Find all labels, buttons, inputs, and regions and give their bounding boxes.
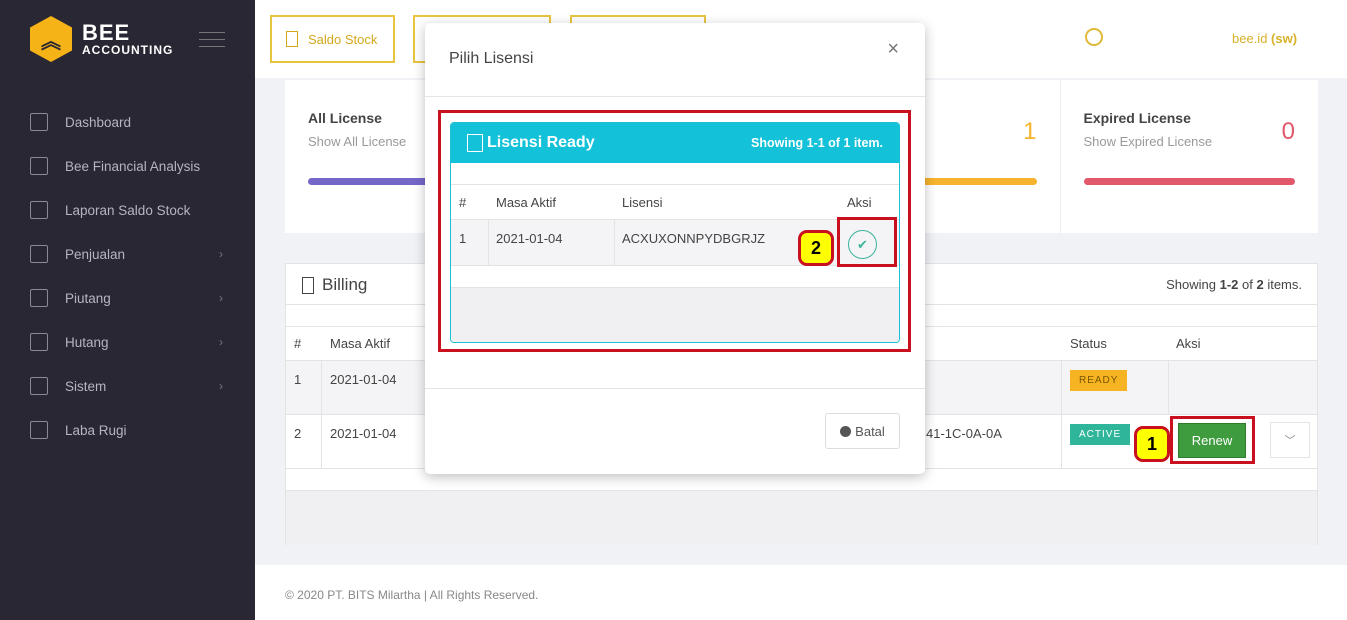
billing-footer — [286, 490, 1317, 545]
document-chart-icon — [30, 157, 48, 175]
sidebar-item-hutang[interactable]: Hutang › — [0, 320, 255, 364]
chevron-right-icon: › — [219, 247, 223, 261]
showing-range: 1-2 — [1219, 277, 1239, 292]
showing-text: of — [1238, 277, 1257, 292]
modal-title: Pilih Lisensi — [449, 50, 534, 67]
row-masa-aktif: 2021-01-04 — [330, 372, 397, 387]
gear-icon — [30, 377, 48, 395]
saldo-stock-button[interactable]: Saldo Stock — [270, 15, 395, 63]
chevron-right-icon: › — [219, 291, 223, 305]
showing-text: items. — [1263, 277, 1302, 292]
progress-bar — [1083, 178, 1295, 185]
row-lisensi: 41-1C-0A-0A — [926, 426, 1002, 441]
row-number: 1 — [294, 372, 302, 387]
column-header[interactable]: Lisensi — [622, 195, 662, 210]
bee-logo-icon: ︽ — [30, 16, 72, 62]
column-header: # — [459, 195, 467, 210]
sidebar-item-laba-rugi[interactable]: Laba Rugi — [0, 408, 255, 452]
row-masa-aktif: 2021-01-04 — [330, 426, 397, 441]
brand-name: BEE — [82, 20, 131, 45]
user-menu[interactable]: bee.id (sw) — [1232, 31, 1297, 46]
column-header: Aksi — [1176, 336, 1201, 351]
card-subtitle: Show Expired License — [1083, 134, 1213, 149]
panel-title: Lisensi Ready — [487, 134, 595, 151]
sidebar-item-penjualan[interactable]: Penjualan › — [0, 232, 255, 276]
sidebar-item-laporan-saldo-stock[interactable]: Laporan Saldo Stock — [0, 188, 255, 232]
payable-icon — [30, 333, 48, 351]
step-marker: 2 — [798, 230, 834, 266]
status-badge: READY — [1070, 370, 1128, 391]
stock-icon — [30, 201, 48, 219]
sidebar-item-sistem[interactable]: Sistem › — [0, 364, 255, 408]
status-badge: ACTIVE — [1070, 424, 1131, 445]
sidebar-item-label: Dashboard — [65, 114, 132, 130]
back-arrow-icon — [840, 425, 852, 437]
lisensi-ready-panel: Lisensi Ready Showing 1-1 of 1 item. # Ma… — [450, 122, 900, 343]
receivable-icon — [30, 289, 48, 307]
sidebar-item-label: Piutang — [65, 290, 111, 306]
billing-showing: Showing 1-2 of 2 items. — [1166, 277, 1302, 292]
close-icon[interactable]: × — [887, 38, 899, 61]
panel-showing: Showing 1-1 of 1 item. — [751, 136, 883, 150]
sidebar-item-label: Laporan Saldo Stock — [65, 202, 191, 218]
logo[interactable]: ︽ BEE ACCOUNTING — [30, 16, 173, 62]
card-expired-license[interactable]: Expired License Show Expired License 0 — [1061, 80, 1319, 233]
copyright: © 2020 PT. BITS Milartha | All Rights Re… — [255, 565, 1347, 620]
menu-toggle-icon[interactable] — [199, 32, 225, 53]
sidebar-item-label: Laba Rugi — [65, 422, 127, 438]
row-lisensi: ACXUXONNPYDBGRJZ — [622, 231, 766, 246]
showing-total: 2 — [1256, 277, 1264, 292]
showing-text: Showing — [1166, 277, 1220, 292]
sidebar: ︽ BEE ACCOUNTING Dashboard Bee Financial A… — [0, 0, 255, 620]
license-icon — [467, 134, 483, 152]
column-header[interactable]: Masa Aktif — [496, 195, 556, 210]
monitor-icon — [30, 113, 48, 131]
username: bee.id — [1232, 31, 1268, 46]
row-masa-aktif: 2021-01-04 — [496, 231, 563, 246]
sidebar-item-dashboard[interactable]: Dashboard — [0, 100, 255, 144]
column-header[interactable]: Status — [1070, 336, 1107, 351]
billing-title-text: Billing — [322, 275, 368, 294]
brand-subtitle: ACCOUNTING — [82, 43, 174, 57]
sidebar-item-label: Hutang — [65, 334, 109, 350]
cart-icon — [30, 245, 48, 263]
chevron-right-icon: › — [219, 379, 223, 393]
user-role: (sw) — [1271, 31, 1298, 46]
card-value: 1 — [1023, 118, 1037, 145]
pilih-lisensi-modal: Pilih Lisensi × Lisensi Ready Showing 1-1… — [425, 23, 925, 474]
sidebar-item-bee-financial-analysis[interactable]: Bee Financial Analysis — [0, 144, 255, 188]
step-marker: 1 — [1134, 426, 1170, 462]
row-number: 2 — [294, 426, 302, 441]
stock-icon — [286, 31, 298, 47]
search-icon[interactable] — [1085, 28, 1103, 46]
column-header: Aksi — [847, 195, 872, 210]
cancel-label: Batal — [855, 423, 885, 439]
sidebar-item-label: Bee Financial Analysis — [65, 158, 201, 174]
bill-icon — [302, 276, 314, 294]
sidebar-nav: Dashboard Bee Financial Analysis Laporan S… — [0, 100, 255, 452]
sidebar-item-label: Sistem — [65, 378, 107, 394]
sidebar-item-piutang[interactable]: Piutang › — [0, 276, 255, 320]
column-header[interactable]: Masa Aktif — [330, 336, 390, 351]
chevron-right-icon: › — [219, 335, 223, 349]
column-header: # — [294, 336, 302, 351]
button-label: Saldo Stock — [308, 31, 378, 47]
cancel-button[interactable]: Batal — [825, 413, 900, 449]
card-title: Expired License — [1083, 110, 1191, 126]
network-icon — [30, 421, 48, 439]
row-number: 1 — [459, 231, 467, 246]
billing-title: Billing — [302, 275, 367, 295]
sidebar-item-label: Penjualan — [65, 246, 126, 262]
card-value: 0 — [1281, 118, 1295, 145]
highlight-box — [837, 217, 897, 267]
renew-button[interactable]: Renew — [1178, 423, 1246, 458]
chevron-down-icon[interactable]: ﹀ — [1270, 422, 1310, 458]
